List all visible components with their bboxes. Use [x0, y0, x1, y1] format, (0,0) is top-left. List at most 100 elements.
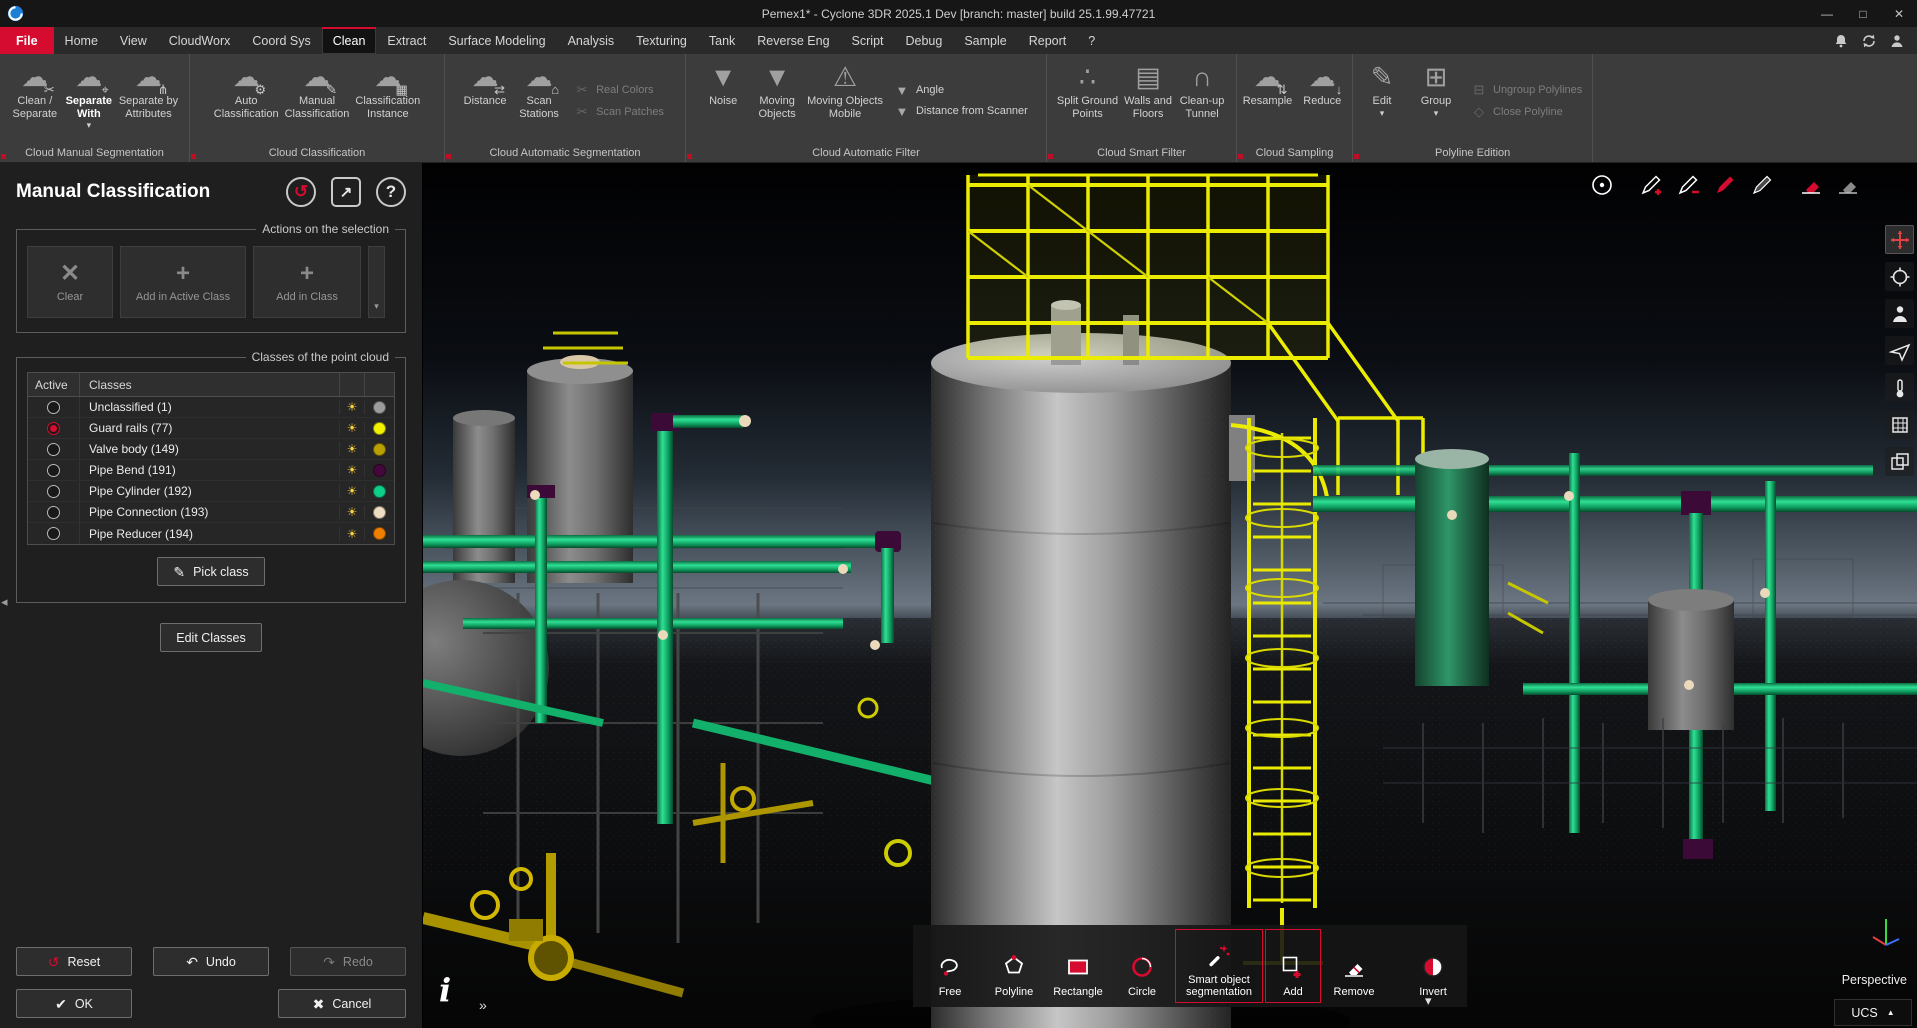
ribbon-group-button[interactable]: ⊞ Group ▾	[1409, 57, 1463, 144]
fly-mode-icon[interactable]	[1885, 336, 1914, 365]
menu-tab-view[interactable]: View	[109, 27, 158, 54]
menu-tab-clean[interactable]: Clean	[322, 27, 377, 54]
menu-tab-cloudworx[interactable]: CloudWorx	[158, 27, 242, 54]
class-color-swatch[interactable]	[373, 443, 386, 456]
menu-tab-sample[interactable]: Sample	[953, 27, 1017, 54]
info-icon[interactable]: i	[439, 971, 451, 1009]
tool-add[interactable]: Add	[1265, 929, 1321, 1003]
capture-icon[interactable]	[1885, 447, 1914, 476]
ribbon-distance-button[interactable]: ☁⇄ Distance	[458, 57, 512, 144]
tool-circle[interactable]: Circle	[1111, 929, 1173, 1003]
panel-collapse-arrow-icon[interactable]: ◂	[1, 594, 8, 610]
class-color-swatch[interactable]	[373, 401, 386, 414]
class-active-radio[interactable]	[47, 464, 60, 477]
maximize-button[interactable]: □	[1845, 0, 1881, 27]
tool-rectangle[interactable]: Rectangle	[1047, 929, 1109, 1003]
add-in-class-button[interactable]: + Add in Class	[253, 246, 361, 318]
class-active-radio[interactable]	[47, 401, 60, 414]
class-active-radio[interactable]	[47, 527, 60, 540]
menu-tab-surface-modeling[interactable]: Surface Modeling	[437, 27, 556, 54]
redo-button[interactable]: ↷ Redo	[290, 947, 406, 976]
ribbon-scan-patches-button[interactable]: ✂ Scan Patches	[574, 104, 664, 120]
menu-tab-coord-sys[interactable]: Coord Sys	[241, 27, 321, 54]
class-active-radio[interactable]	[47, 443, 60, 456]
class-active-radio[interactable]	[47, 422, 60, 435]
export-icon[interactable]: ↗	[331, 177, 361, 207]
info-expand-icon[interactable]: »	[479, 997, 487, 1013]
menu-tab-script[interactable]: Script	[841, 27, 895, 54]
ribbon-angle-button[interactable]: ▼ Angle	[894, 83, 1028, 98]
ok-button[interactable]: ✔ OK	[16, 989, 132, 1018]
class-color-swatch[interactable]	[373, 422, 386, 435]
ribbon-walls-and-floors-button[interactable]: ▤ Walls and Floors	[1121, 57, 1175, 144]
menu-tab-texturing[interactable]: Texturing	[625, 27, 698, 54]
class-active-radio[interactable]	[47, 506, 60, 519]
ribbon-separate-by-attributes-button[interactable]: ☁⋔ Separate by Attributes	[116, 57, 181, 144]
menu-tab-analysis[interactable]: Analysis	[557, 27, 626, 54]
menu-tab-home[interactable]: Home	[54, 27, 109, 54]
dropdown-caret-icon[interactable]: ▾	[87, 121, 92, 130]
class-color-swatch[interactable]	[373, 464, 386, 477]
show-selection-icon[interactable]	[1834, 171, 1862, 199]
class-color-swatch[interactable]	[373, 506, 386, 519]
close-button[interactable]: ✕	[1881, 0, 1917, 27]
edit-classes-button[interactable]: Edit Classes	[160, 623, 261, 652]
class-visibility-icon[interactable]: ☀	[347, 442, 358, 456]
tool-polyline[interactable]: Polyline	[983, 929, 1045, 1003]
menu-tab-extract[interactable]: Extract	[376, 27, 437, 54]
ribbon-classification-instance-button[interactable]: ☁▦ Classification Instance	[352, 57, 423, 144]
ribbon-separate-with-button[interactable]: ☁⌖ Separate With ▾	[62, 57, 116, 144]
zoom-fit-icon[interactable]	[1885, 262, 1914, 291]
tool-remove[interactable]: Remove	[1323, 929, 1385, 1003]
pen-select-remove-icon[interactable]	[1674, 171, 1702, 199]
ribbon-real-colors-button[interactable]: ✂ Real Colors	[574, 82, 664, 98]
cancel-button[interactable]: ✖ Cancel	[278, 989, 406, 1018]
tool-smart-object-segmentation[interactable]: Smart object segmentation	[1175, 929, 1263, 1003]
add-in-class-dropdown[interactable]: ▾	[368, 246, 385, 318]
help-icon[interactable]: ?	[376, 177, 406, 207]
ribbon-split-ground-points-button[interactable]: ∴ Split Ground Points	[1054, 57, 1121, 144]
class-row-valve-body[interactable]: Valve body (149) ☀	[28, 439, 394, 460]
view-center-icon[interactable]	[1588, 171, 1616, 199]
class-visibility-icon[interactable]: ☀	[347, 505, 358, 519]
tool-free[interactable]: Free	[919, 929, 981, 1003]
class-row-guard-rails[interactable]: Guard rails (77) ☀	[28, 418, 394, 439]
ribbon-distance-from-scanner-button[interactable]: ▼ Distance from Scanner	[894, 104, 1028, 119]
dropdown-caret-icon[interactable]: ▾	[1380, 109, 1385, 118]
class-row-pipe-bend[interactable]: Pipe Bend (191) ☀	[28, 460, 394, 481]
ribbon-edit-button[interactable]: ✎ Edit ▾	[1355, 57, 1409, 144]
level-tool-icon[interactable]	[1885, 373, 1914, 402]
class-visibility-icon[interactable]: ☀	[347, 400, 358, 414]
menu-tab-help[interactable]: ?	[1077, 27, 1106, 54]
avatar-view-icon[interactable]	[1885, 299, 1914, 328]
notifications-bell-icon[interactable]	[1833, 33, 1849, 49]
ribbon-reduce-button[interactable]: ☁↓ Reduce	[1295, 57, 1349, 144]
class-color-swatch[interactable]	[373, 527, 386, 540]
ribbon-ungroup-polylines-button[interactable]: ⊟ Ungroup Polylines	[1471, 82, 1582, 98]
ribbon-noise-button[interactable]: ▼ Noise	[696, 57, 750, 144]
class-visibility-icon[interactable]: ☀	[347, 421, 358, 435]
menu-tab-report[interactable]: Report	[1018, 27, 1078, 54]
paint-deselect-icon[interactable]	[1748, 171, 1776, 199]
menu-tab-reverse-eng[interactable]: Reverse Eng	[746, 27, 840, 54]
sync-icon[interactable]	[1861, 33, 1877, 49]
ribbon-auto-classification-button[interactable]: ☁⚙ Auto Classification	[211, 57, 282, 144]
class-row-pipe-cylinder[interactable]: Pipe Cylinder (192) ☀	[28, 481, 394, 502]
point-cloud-scene[interactable]	[423, 163, 1917, 1028]
ribbon-close-polyline-button[interactable]: ◇ Close Polyline	[1471, 104, 1582, 120]
ribbon-manual-classification-button[interactable]: ☁✎ Manual Classification	[282, 57, 353, 144]
account-icon[interactable]	[1889, 33, 1905, 49]
class-visibility-icon[interactable]: ☀	[347, 484, 358, 498]
class-color-swatch[interactable]	[373, 485, 386, 498]
ucs-selector[interactable]: UCS ▲	[1834, 999, 1912, 1026]
undo-button[interactable]: ↶ Undo	[153, 947, 269, 976]
reset-button[interactable]: ↺ Reset	[16, 947, 132, 976]
ribbon-moving-objects-button[interactable]: ▼ Moving Objects	[750, 57, 804, 144]
ribbon-moving-objects-mobile-button[interactable]: ⚠ Moving Objects Mobile	[804, 57, 886, 144]
hide-selection-icon[interactable]	[1797, 171, 1825, 199]
cube-views-icon[interactable]	[1885, 410, 1914, 439]
menu-tab-tank[interactable]: Tank	[698, 27, 746, 54]
clear-selection-button[interactable]: ✕ Clear	[27, 246, 113, 318]
class-active-radio[interactable]	[47, 485, 60, 498]
history-icon[interactable]: ↺	[286, 177, 316, 207]
